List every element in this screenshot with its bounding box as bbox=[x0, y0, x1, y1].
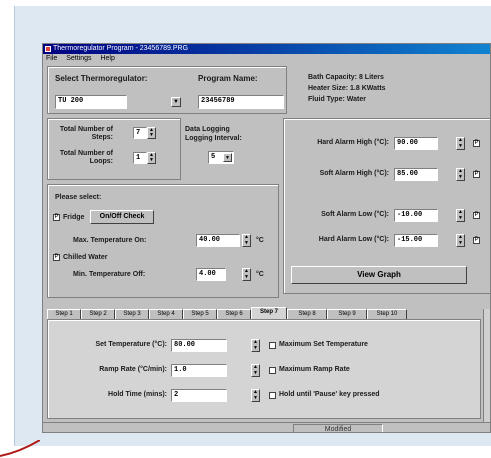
soft-alarm-high-input[interactable]: 85.00 bbox=[394, 168, 438, 181]
program-name-label: Program Name: bbox=[198, 74, 258, 83]
soft-alarm-low-spinner[interactable]: ▲ ▼ bbox=[456, 209, 465, 222]
chevron-down-icon[interactable]: ▼ bbox=[171, 97, 181, 107]
hard-alarm-low-input[interactable]: -15.00 bbox=[394, 234, 438, 247]
tab-step-3[interactable]: Step 3 bbox=[115, 309, 149, 319]
view-graph-button[interactable]: View Graph bbox=[291, 266, 467, 284]
hard-alarm-high-spinner[interactable]: ▲ ▼ bbox=[456, 137, 465, 150]
soft-alarm-low-input[interactable]: -10.00 bbox=[394, 209, 438, 222]
max-set-temp-checkbox[interactable] bbox=[269, 342, 276, 349]
spin-down-icon[interactable]: ▼ bbox=[148, 133, 155, 138]
max-set-temp-label: Maximum Set Temperature bbox=[279, 341, 368, 348]
spin-down-icon[interactable]: ▼ bbox=[457, 174, 464, 181]
hold-time-input[interactable]: 2 bbox=[171, 389, 227, 402]
hard-alarm-low-label: Hard Alarm Low (°C): bbox=[318, 236, 389, 243]
tab-step-8[interactable]: Step 8 bbox=[287, 309, 327, 319]
spin-down-icon[interactable]: ▼ bbox=[457, 215, 464, 222]
spin-down-icon[interactable]: ▼ bbox=[457, 240, 464, 247]
tab-step-10[interactable]: Step 10 bbox=[367, 309, 407, 319]
spin-down-icon[interactable]: ▼ bbox=[252, 395, 259, 402]
spin-down-icon[interactable]: ▼ bbox=[148, 158, 155, 163]
max-temp-on-spinner[interactable]: ▲ ▼ bbox=[242, 234, 251, 247]
min-temp-off-spinner[interactable]: ▲ ▼ bbox=[242, 268, 251, 281]
app-icon bbox=[45, 46, 51, 52]
hard-alarm-high-checkbox[interactable]: P bbox=[473, 140, 480, 147]
hard-alarm-low-checkbox[interactable]: P bbox=[473, 237, 480, 244]
ramp-rate-input[interactable]: 1.0 bbox=[171, 364, 227, 377]
hard-alarm-low-spinner[interactable]: ▲ ▼ bbox=[456, 234, 465, 247]
data-logging-label: Data Logging bbox=[185, 126, 230, 133]
min-temp-unit: °C bbox=[256, 271, 264, 278]
spin-down-icon[interactable]: ▼ bbox=[252, 345, 259, 352]
spin-down-icon[interactable]: ▼ bbox=[457, 143, 464, 150]
title-bar: Thermoregulator Program - 23456789.PRG bbox=[43, 44, 490, 54]
menu-settings[interactable]: Settings bbox=[66, 55, 91, 62]
logging-interval-label: Logging Interval: bbox=[185, 135, 242, 142]
set-temperature-spinner[interactable]: ▲ ▼ bbox=[251, 339, 260, 352]
ramp-rate-label: Ramp Rate (°C/min): bbox=[99, 366, 167, 373]
hard-alarm-high-label: Hard Alarm High (°C): bbox=[317, 139, 389, 146]
thermoregulator-select[interactable]: TU 200 bbox=[55, 95, 127, 109]
fridge-checkbox[interactable]: P bbox=[53, 214, 60, 221]
min-temp-off-input[interactable]: 4.00 bbox=[196, 268, 226, 281]
total-loops-spinner[interactable]: ▲ ▼ bbox=[147, 152, 156, 164]
chevron-down-icon[interactable]: ▼ bbox=[223, 153, 232, 162]
max-temp-unit: °C bbox=[256, 237, 264, 244]
status-modified: Modified bbox=[293, 424, 383, 432]
tab-step-2[interactable]: Step 2 bbox=[81, 309, 115, 319]
spin-down-icon[interactable]: ▼ bbox=[243, 240, 250, 247]
hold-time-spinner[interactable]: ▲ ▼ bbox=[251, 389, 260, 402]
total-steps-spinner[interactable]: ▲ ▼ bbox=[147, 127, 156, 139]
total-steps-input[interactable]: 7 bbox=[133, 127, 147, 139]
fluid-type: Fluid Type: Water bbox=[308, 96, 366, 103]
heater-size: Heater Size: 1.8 KWatts bbox=[308, 85, 386, 92]
chilled-water-label: Chilled Water bbox=[63, 254, 108, 261]
max-temp-on-input[interactable]: 40.00 bbox=[196, 234, 240, 247]
total-loops-label: Total Number of Loops: bbox=[59, 150, 113, 165]
hold-until-pause-checkbox[interactable] bbox=[269, 392, 276, 399]
max-temp-on-label: Max. Temperature On: bbox=[73, 237, 147, 244]
spin-down-icon[interactable]: ▼ bbox=[252, 370, 259, 377]
total-steps-label: Total Number of Steps: bbox=[59, 126, 113, 141]
hold-until-pause-label: Hold until 'Pause' key pressed bbox=[279, 391, 380, 398]
soft-alarm-high-spinner[interactable]: ▲ ▼ bbox=[456, 168, 465, 181]
max-ramp-rate-label: Maximum Ramp Rate bbox=[279, 366, 350, 373]
soft-alarm-low-label: Soft Alarm Low (°C): bbox=[321, 211, 389, 218]
fridge-label: Fridge bbox=[63, 214, 85, 221]
menu-bar: File Settings Help bbox=[43, 54, 490, 63]
app-window: Thermoregulator Program - 23456789.PRG F… bbox=[42, 43, 491, 433]
tab-step-1[interactable]: Step 1 bbox=[47, 309, 81, 319]
spin-down-icon[interactable]: ▼ bbox=[243, 274, 250, 281]
soft-alarm-high-label: Soft Alarm High (°C): bbox=[319, 170, 389, 177]
window-title: Thermoregulator Program - 23456789.PRG bbox=[53, 45, 189, 52]
vertical-scrollbar[interactable] bbox=[483, 309, 490, 422]
ramp-rate-spinner[interactable]: ▲ ▼ bbox=[251, 364, 260, 377]
min-temp-off-label: Min. Temperature Off: bbox=[73, 271, 146, 278]
please-select-label: Please select: bbox=[55, 194, 102, 201]
program-name-input[interactable]: 23456789 bbox=[198, 95, 284, 109]
soft-alarm-high-checkbox[interactable]: P bbox=[473, 171, 480, 178]
soft-alarm-low-checkbox[interactable]: P bbox=[473, 212, 480, 219]
set-temperature-label: Set Temperature (°C): bbox=[95, 341, 167, 348]
chilled-water-checkbox[interactable]: P bbox=[53, 254, 60, 261]
select-thermoregulator-label: Select Thermoregulator: bbox=[55, 74, 148, 83]
tab-step-4[interactable]: Step 4 bbox=[149, 309, 183, 319]
menu-help[interactable]: Help bbox=[100, 55, 114, 62]
onoff-check-button[interactable]: On/Off Check bbox=[90, 210, 154, 224]
decorative-swoosh bbox=[0, 440, 40, 457]
max-ramp-rate-checkbox[interactable] bbox=[269, 367, 276, 374]
tab-step-5[interactable]: Step 5 bbox=[183, 309, 217, 319]
tab-step-9[interactable]: Step 9 bbox=[327, 309, 367, 319]
set-temperature-input[interactable]: 80.00 bbox=[171, 339, 227, 352]
tab-step-6[interactable]: Step 6 bbox=[217, 309, 251, 319]
menu-file[interactable]: File bbox=[46, 55, 57, 62]
status-bar: Modified bbox=[43, 422, 490, 432]
bath-capacity: Bath Capacity: 8 Liters bbox=[308, 74, 384, 81]
total-loops-input[interactable]: 1 bbox=[133, 152, 147, 164]
hard-alarm-high-input[interactable]: 90.00 bbox=[394, 137, 438, 150]
hold-time-label: Hold Time (mins): bbox=[108, 391, 167, 398]
